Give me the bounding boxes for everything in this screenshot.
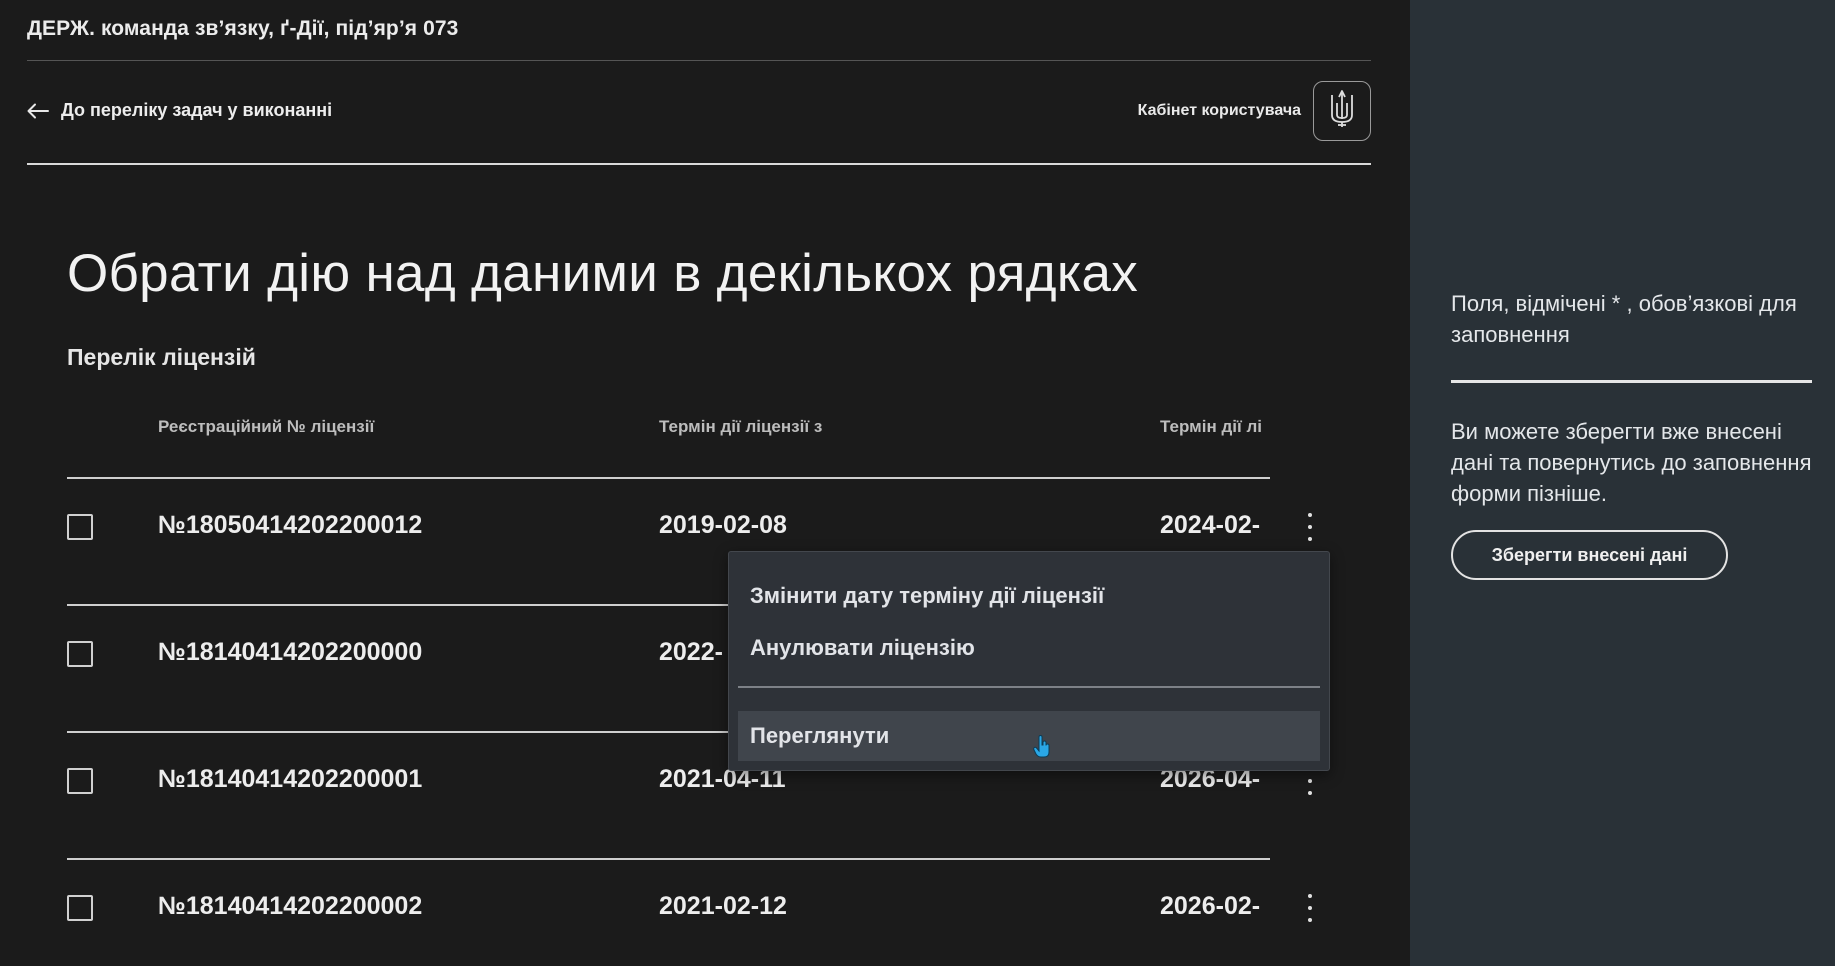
save-progress-note: Ви можете зберегти вже внесені дані та п… [1451, 419, 1812, 506]
license-number: №18050414202200012 [158, 511, 423, 539]
license-date-to: 2024-02- [1160, 511, 1261, 539]
menu-item-change-date[interactable]: Змінити дату терміну дії ліцензії [738, 573, 1320, 619]
license-date-from: 2021-02-12 [659, 892, 787, 920]
side-divider [1451, 380, 1812, 383]
page-title: Обрати дію над даними в декількох рядках [67, 244, 1139, 303]
user-cabinet[interactable]: Кабінет користувача [1138, 81, 1371, 141]
column-header-date-to: Термін дії лі [1160, 417, 1262, 436]
trident-icon [1328, 89, 1356, 134]
section-title: Перелік ліцензій [67, 344, 256, 370]
back-link-label: До переліку задач у виконанні [61, 100, 333, 120]
menu-item-view[interactable]: Переглянути [738, 711, 1320, 761]
back-link[interactable]: До переліку задач у виконанні [27, 100, 332, 121]
user-cabinet-label: Кабінет користувача [1137, 102, 1301, 119]
more-actions-icon[interactable] [1304, 894, 1316, 922]
more-actions-icon[interactable] [1304, 513, 1316, 541]
avatar[interactable] [1313, 81, 1371, 141]
row-context-menu: Змінити дату терміну дії ліцензії Анулюв… [728, 551, 1330, 771]
license-date-from: 2019-02-08 [659, 511, 787, 539]
license-date-to: 2026-02- [1160, 892, 1261, 920]
main-area: ДЕРЖ. команда зв’язку, ґ-Дії, під’яр’я 0… [0, 0, 1410, 966]
org-title: ДЕРЖ. команда зв’язку, ґ-Дії, під’яр’я 0… [27, 17, 459, 40]
column-header-date-from: Термін дії ліцензії з [659, 417, 823, 436]
row-checkbox[interactable] [67, 768, 93, 794]
column-header-number: Реєстраційний № ліцензії [158, 417, 375, 436]
license-number: №18140414202200000 [158, 638, 423, 666]
menu-item-revoke-license[interactable]: Анулювати ліцензію [738, 625, 1320, 671]
table-row: №18140414202200002 2021-02-12 2026-02- [67, 860, 1312, 966]
row-checkbox[interactable] [67, 514, 93, 540]
top-divider [27, 60, 1371, 61]
save-draft-button[interactable]: Зберегти внесені дані [1451, 530, 1728, 580]
table-header: Реєстраційний № ліцензії Термін дії ліце… [67, 405, 1270, 479]
license-number: №18140414202200002 [158, 892, 423, 920]
header-divider [27, 163, 1371, 165]
license-number: №18140414202200001 [158, 765, 423, 793]
required-fields-note: Поля, відмічені * , обов’язкові для запо… [1451, 291, 1797, 347]
arrow-left-icon [27, 103, 49, 119]
hand-cursor-icon [1033, 734, 1051, 764]
menu-divider [738, 686, 1320, 688]
page: ДЕРЖ. команда зв’язку, ґ-Дії, під’яр’я 0… [0, 0, 1835, 966]
row-checkbox[interactable] [67, 895, 93, 921]
more-actions-icon[interactable] [1304, 767, 1316, 795]
license-date-from: 2022- [659, 638, 723, 666]
row-checkbox[interactable] [67, 641, 93, 667]
